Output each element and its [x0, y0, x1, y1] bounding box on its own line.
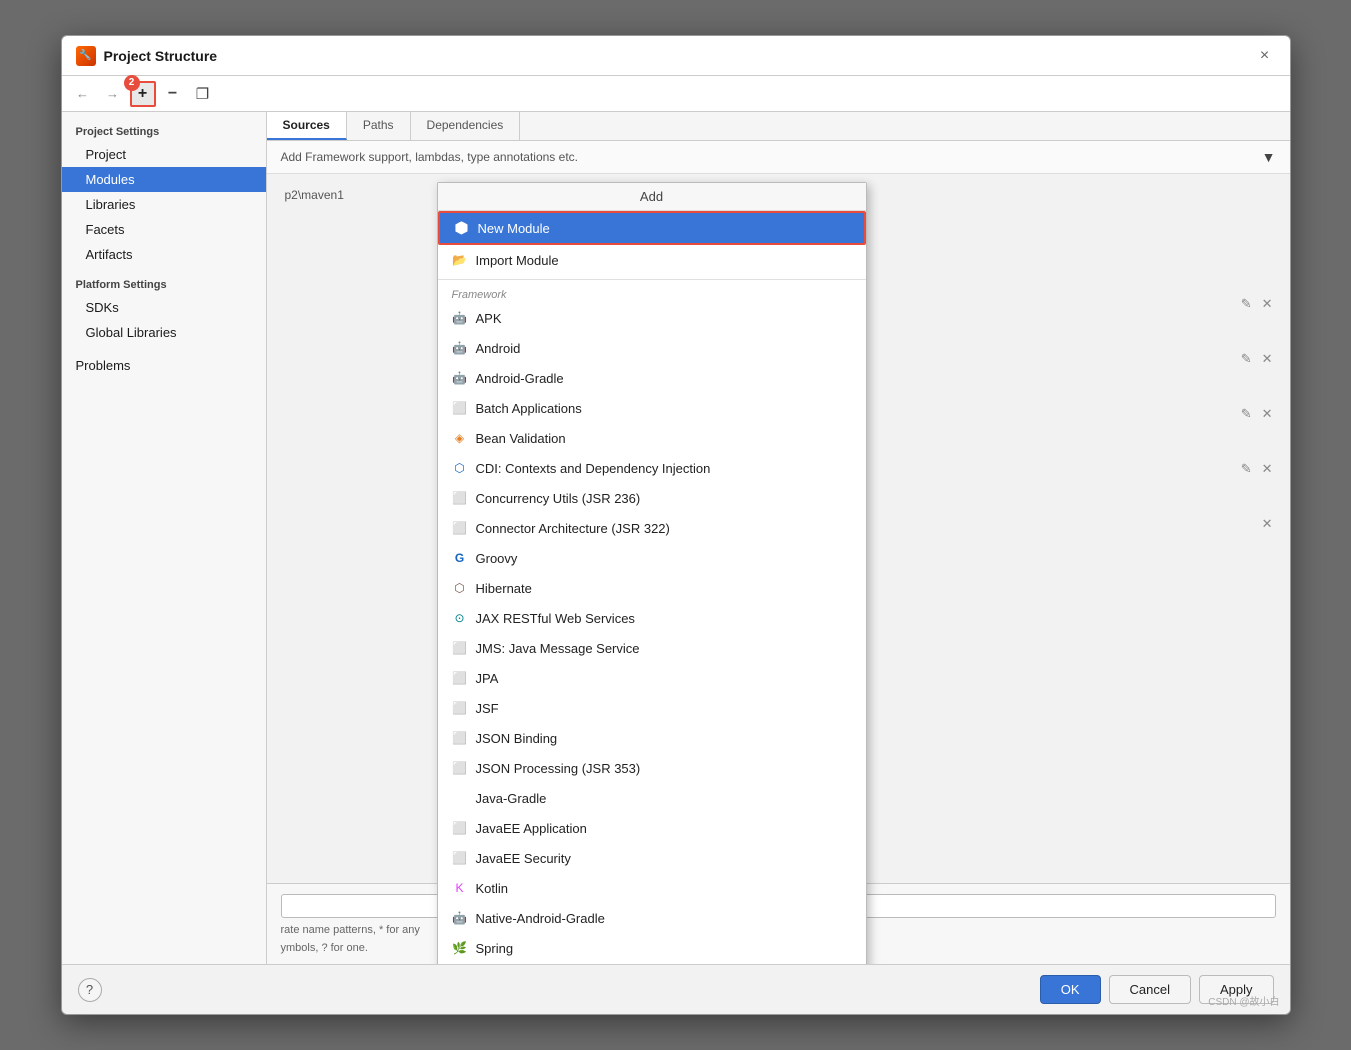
test-resource-folder-item: src\test\resources ✎ ✕ — [487, 458, 1280, 480]
project-structure-dialog: 🔧 Project Structure × ← → + 2 − ❐ Projec… — [61, 35, 1291, 1015]
excluded-folder-item: target ✕ — [487, 513, 1280, 535]
content-root-path: D:\Code\ideaCode\p2\maven1 — [487, 246, 1280, 268]
sidebar: Project Settings Project Modules Librari… — [62, 112, 267, 964]
sidebar-item-global-libraries[interactable]: Global Libraries — [62, 320, 266, 345]
test-resource-folder-path: src\test\resources — [491, 462, 1238, 476]
test-resource-folder-edit[interactable]: ✎ — [1238, 460, 1255, 478]
sidebar-item-facets[interactable]: Facets — [62, 217, 266, 242]
source-folders-title: Source Folders — [487, 276, 1280, 290]
back-button[interactable]: ← — [70, 81, 96, 107]
excluded-folder-actions: ✕ — [1259, 515, 1276, 533]
title-bar-left: 🔧 Project Structure — [76, 46, 218, 66]
help-text-2: ymbols, ? for one. — [281, 942, 1276, 954]
module-description: Add Framework support, lambdas, type ann… — [281, 150, 579, 164]
watermark: CSDN @故小白 — [1208, 993, 1279, 1008]
sidebar-item-problems[interactable]: Problems — [62, 353, 266, 378]
badge-sources[interactable]: Sources — [487, 188, 546, 204]
badge-resources[interactable]: Resources — [606, 188, 678, 204]
main-content: Project Settings Project Modules Librari… — [62, 112, 1290, 964]
resource-folder-actions: ✎ ✕ — [1238, 405, 1276, 423]
test-folder-remove[interactable]: ✕ — [1259, 350, 1276, 368]
test-resource-folder-remove[interactable]: ✕ — [1259, 460, 1276, 478]
excluded-folder-path: target — [491, 517, 1259, 531]
source-folder-actions: ✎ ✕ — [1238, 295, 1276, 313]
resource-folder-remove[interactable]: ✕ — [1259, 405, 1276, 423]
dropdown-arrow: ▼ — [1262, 149, 1276, 165]
ok-button[interactable]: OK — [1040, 975, 1101, 1004]
project-settings-heading: Project Settings — [62, 120, 266, 142]
test-folder-path: src\test\java — [491, 352, 1238, 366]
tab-sources[interactable]: Sources — [267, 112, 347, 140]
help-text-1: rate name patterns, * for any — [281, 924, 1276, 936]
close-button[interactable]: × — [1254, 45, 1276, 67]
resource-folder-item: src\main\resources ✎ ✕ — [487, 403, 1280, 425]
toolbar: ← → + 2 − ❐ — [62, 76, 1290, 112]
add-icon: + — [138, 85, 147, 103]
badge-test-resources[interactable]: Test Resources — [686, 188, 783, 204]
sidebar-item-libraries[interactable]: Libraries — [62, 192, 266, 217]
excluded-folders-section: Excluded Folders target ✕ — [487, 496, 1280, 535]
dialog-title: Project Structure — [104, 48, 218, 64]
remove-button[interactable]: − — [160, 81, 186, 107]
test-folder-edit[interactable]: ✎ — [1238, 350, 1255, 368]
pattern-input[interactable] — [281, 894, 1276, 918]
test-folder-actions: ✎ ✕ — [1238, 350, 1276, 368]
resource-folders-section: Resource Folders src\main\resources ✎ ✕ — [487, 386, 1280, 425]
source-folder-edit[interactable]: ✎ — [1238, 295, 1255, 313]
module-list: p2\maven1 — [277, 184, 477, 873]
test-folders-section: Test Source Folders src\test\java ✎ ✕ — [487, 331, 1280, 370]
resource-folder-path: src\main\resources — [491, 407, 1238, 421]
tab-dependencies[interactable]: Dependencies — [411, 112, 521, 140]
dialog-footer: ? OK Cancel Apply — [62, 964, 1290, 1014]
test-resource-folders-section: Test Resource Folders src\test\resources… — [487, 441, 1280, 480]
resource-folders-title: Resource Folders — [487, 386, 1280, 400]
module-path-short: p2\maven1 — [277, 184, 477, 206]
badge-excluded[interactable]: Excluded — [791, 188, 856, 204]
source-folders-section: Source Folders src\main\java ✎ ✕ — [487, 276, 1280, 315]
excluded-folders-title: Excluded Folders — [487, 496, 1280, 510]
sidebar-item-modules[interactable]: Modules — [62, 167, 266, 192]
copy-button[interactable]: ❐ — [190, 81, 216, 107]
right-panel: Sources Tests Resources Test Resources E… — [487, 184, 1280, 873]
title-bar: 🔧 Project Structure × — [62, 36, 1290, 76]
help-button[interactable]: ? — [78, 978, 102, 1002]
resource-folder-edit[interactable]: ✎ — [1238, 405, 1255, 423]
add-content-root-btn[interactable]: + Add Content Root — [487, 220, 592, 234]
source-folder-item: src\main\java ✎ ✕ — [487, 293, 1280, 315]
test-resource-folder-actions: ✎ ✕ — [1238, 460, 1276, 478]
badge-2: 2 — [124, 75, 140, 91]
source-folder-path: src\main\java — [491, 297, 1238, 311]
forward-button[interactable]: → — [100, 81, 126, 107]
source-folder-remove[interactable]: ✕ — [1259, 295, 1276, 313]
test-folder-item: src\test\java ✎ ✕ — [487, 348, 1280, 370]
cancel-button[interactable]: Cancel — [1109, 975, 1191, 1004]
test-resource-folders-title: Test Resource Folders — [487, 441, 1280, 455]
content-area: Sources Paths Dependencies Add Framework… — [267, 112, 1290, 964]
sidebar-item-sdks[interactable]: SDKs — [62, 295, 266, 320]
badge-tests[interactable]: Tests — [554, 188, 598, 204]
sidebar-item-artifacts[interactable]: Artifacts — [62, 242, 266, 267]
tab-paths[interactable]: Paths — [347, 112, 411, 140]
tab-bar: Sources Paths Dependencies — [267, 112, 1290, 141]
test-folders-title: Test Source Folders — [487, 331, 1280, 345]
bottom-bar: rate name patterns, * for any ymbols, ? … — [267, 883, 1290, 964]
platform-settings-heading: Platform Settings — [62, 267, 266, 295]
app-icon: 🔧 — [76, 46, 96, 66]
sidebar-item-project[interactable]: Project — [62, 142, 266, 167]
content-body: p2\maven1 Sources Tests Resources Test R… — [267, 174, 1290, 883]
folders-header: Sources Tests Resources Test Resources E… — [487, 184, 1280, 208]
excluded-folder-remove[interactable]: ✕ — [1259, 515, 1276, 533]
